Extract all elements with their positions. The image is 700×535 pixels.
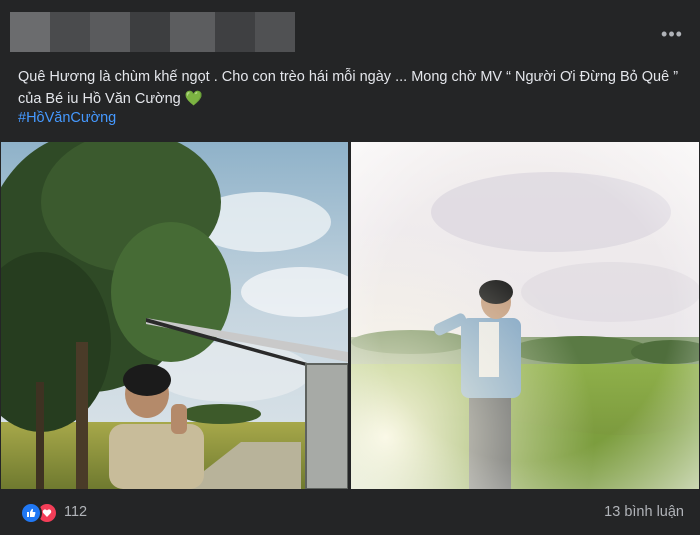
blurred-author-name[interactable]: [90, 12, 130, 52]
blurred-author-name[interactable]: [255, 12, 295, 52]
more-options-button[interactable]: •••: [658, 24, 686, 44]
blurred-author-name[interactable]: [215, 12, 255, 52]
post-footer: 112 13 bình luận: [0, 492, 700, 535]
post-photo-left[interactable]: [1, 142, 348, 489]
blurred-author-name[interactable]: [130, 12, 170, 52]
comment-count[interactable]: 13 bình luận: [604, 504, 684, 520]
blurred-author-name[interactable]: [50, 12, 90, 52]
post-text-line-1: Quê Hương là chùm khế ngọt . Cho con trè…: [18, 69, 679, 85]
post-photo-right[interactable]: [351, 142, 699, 489]
post-text: Quê Hương là chùm khế ngọt . Cho con trè…: [18, 66, 688, 110]
post-header: •••: [0, 0, 700, 58]
like-icon: [20, 502, 42, 524]
blurred-author-name[interactable]: [170, 12, 215, 52]
post-text-line-2: của Bé iu Hồ Văn Cường: [18, 91, 181, 107]
photo-left-image: [1, 142, 348, 489]
blurred-avatar[interactable]: [10, 12, 50, 52]
reaction-count[interactable]: 112: [64, 504, 87, 520]
photo-right-image: [351, 142, 699, 489]
facebook-post: ••• Quê Hương là chùm khế ngọt . Cho con…: [0, 0, 700, 535]
green-heart-icon: 💚: [184, 91, 203, 107]
hashtag-link[interactable]: #HồVănCường: [18, 110, 116, 126]
